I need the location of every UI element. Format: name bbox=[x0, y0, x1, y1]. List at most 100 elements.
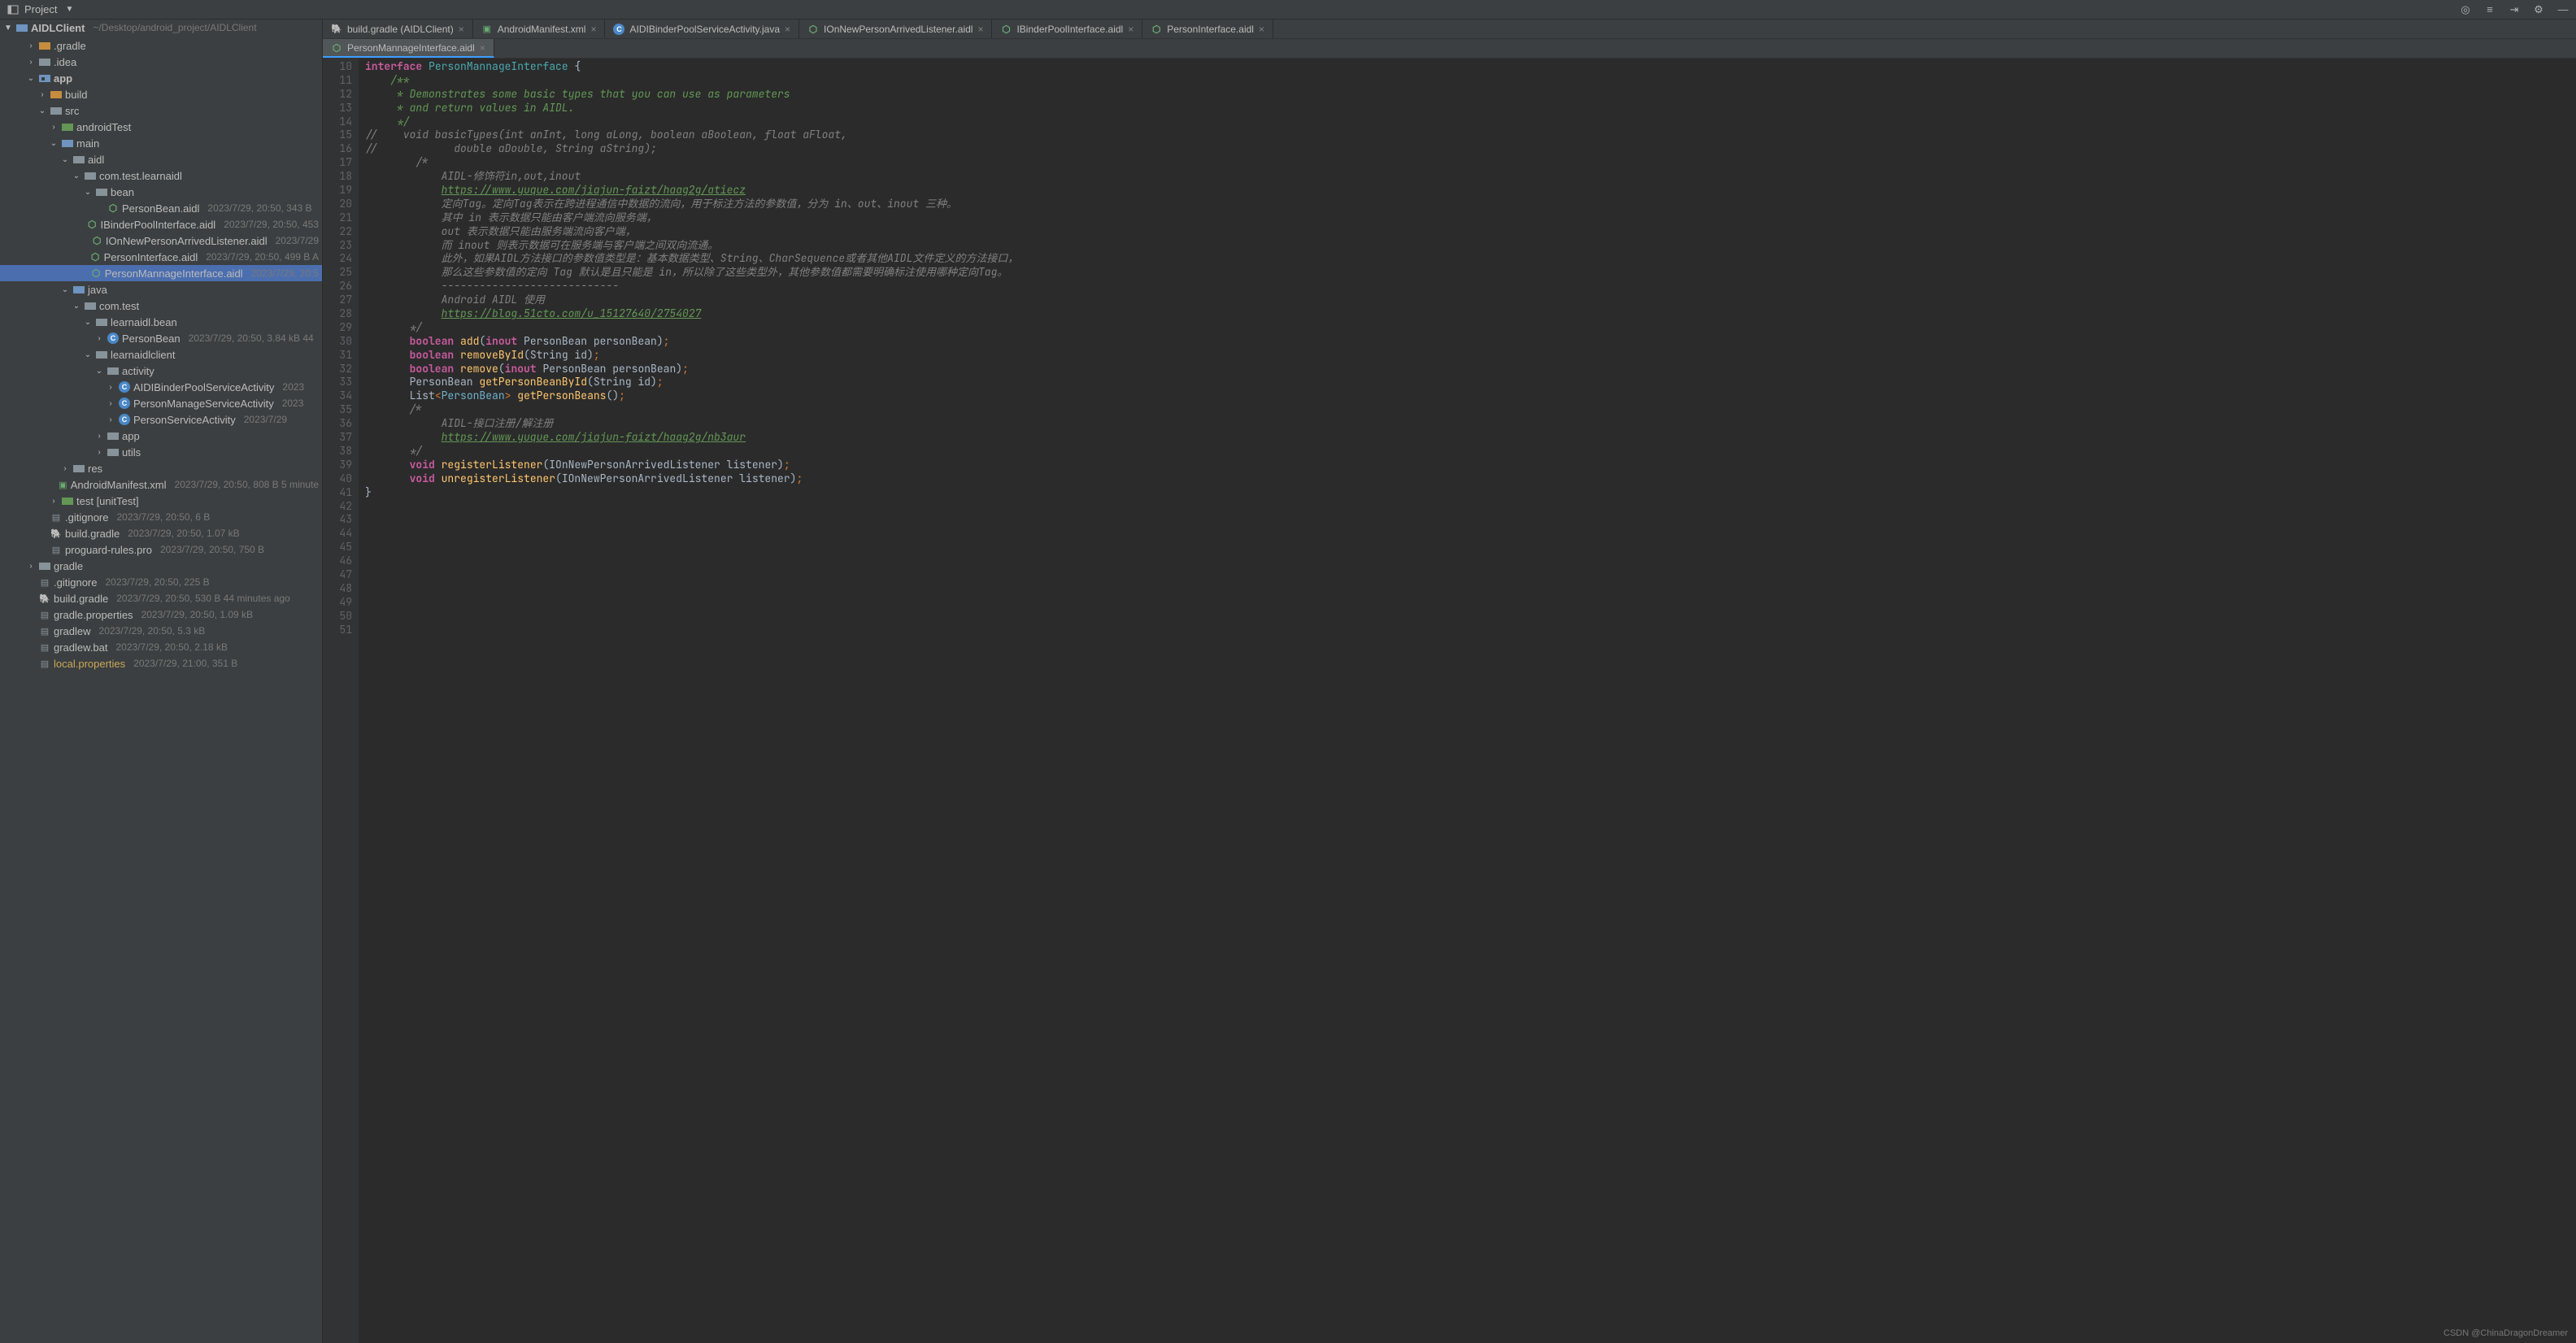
code-line[interactable]: */ bbox=[365, 321, 2576, 335]
editor-tab[interactable]: ⬡IBinderPoolInterface.aidl× bbox=[992, 20, 1142, 38]
editor-tab[interactable]: ⬡IOnNewPersonArrivedListener.aidl× bbox=[799, 20, 992, 38]
code-line[interactable]: PersonBean getPersonBeanById(String id); bbox=[365, 376, 2576, 389]
expander-icon[interactable]: ⌄ bbox=[72, 302, 81, 311]
code-line[interactable]: } bbox=[365, 486, 2576, 500]
close-icon[interactable]: × bbox=[785, 24, 790, 35]
expander-icon[interactable]: › bbox=[106, 399, 115, 408]
code-line[interactable]: 那么这些参数值的定向 Tag 默认是且只能是 in，所以除了这些类型外，其他参数… bbox=[365, 266, 2576, 280]
expander-icon[interactable]: ⌄ bbox=[83, 350, 93, 359]
tree-row[interactable]: ⬡PersonInterface.aidl2023/7/29, 20:50, 4… bbox=[0, 249, 322, 265]
tree-row[interactable]: ▤gradle.properties2023/7/29, 20:50, 1.09… bbox=[0, 606, 322, 623]
tree-row[interactable]: ⌄src bbox=[0, 102, 322, 119]
code-line[interactable]: 此外，如果AIDL方法接口的参数值类型是：基本数据类型、String、CharS… bbox=[365, 252, 2576, 266]
editor-content[interactable]: 1011121314151617181920212223242526272829… bbox=[323, 59, 2576, 1343]
code-line[interactable]: */ bbox=[365, 115, 2576, 129]
tree-row[interactable]: ›.idea bbox=[0, 54, 322, 70]
tree-row[interactable]: ›CPersonBean2023/7/29, 20:50, 3.84 kB 44 bbox=[0, 330, 322, 346]
tree-row[interactable]: ⌄com.test bbox=[0, 298, 322, 314]
tree-row[interactable]: ⬡PersonMannageInterface.aidl2023/7/29, 2… bbox=[0, 265, 322, 281]
code-line[interactable]: */ bbox=[365, 445, 2576, 459]
tree-row[interactable]: ›gradle bbox=[0, 558, 322, 574]
code-line[interactable]: * and return values in AIDL. bbox=[365, 102, 2576, 115]
expander-icon[interactable]: › bbox=[106, 383, 115, 392]
close-icon[interactable]: × bbox=[590, 24, 596, 35]
code-line[interactable]: 定向Tag。定向Tag表示在跨进程通信中数据的流向，用于标注方法的参数值，分为 … bbox=[365, 198, 2576, 211]
project-selector[interactable]: Project bbox=[24, 3, 57, 15]
chevron-icon[interactable]: ▼ bbox=[3, 24, 13, 33]
tree-row[interactable]: ⌄learnaidl.bean bbox=[0, 314, 322, 330]
gear-icon[interactable]: ⚙ bbox=[2532, 3, 2545, 16]
code-line[interactable]: * Demonstrates some basic types that you… bbox=[365, 88, 2576, 102]
expander-icon[interactable]: › bbox=[106, 415, 115, 424]
code-line[interactable]: https://www.yuque.com/jiajun-faizt/haag2… bbox=[365, 184, 2576, 198]
hide-icon[interactable]: — bbox=[2556, 3, 2569, 16]
tree-row[interactable]: ▤gradlew.bat2023/7/29, 20:50, 2.18 kB bbox=[0, 639, 322, 655]
tree-row[interactable]: ›.gradle bbox=[0, 37, 322, 54]
code-line[interactable]: /** bbox=[365, 74, 2576, 88]
code-line[interactable]: interface PersonMannageInterface { bbox=[365, 60, 2576, 74]
tree-row[interactable]: ▤gradlew2023/7/29, 20:50, 5.3 kB bbox=[0, 623, 322, 639]
code-line[interactable]: 而 inout 则表示数据可在服务端与客户端之间双向流通。 bbox=[365, 239, 2576, 253]
tree-row[interactable]: ›androidTest bbox=[0, 119, 322, 135]
collapse-icon[interactable]: ⇥ bbox=[2508, 3, 2521, 16]
sort-icon[interactable]: ≡ bbox=[2483, 3, 2496, 16]
expander-icon[interactable]: › bbox=[94, 334, 104, 343]
expander-icon[interactable]: › bbox=[49, 123, 59, 132]
project-root[interactable]: ▼ AIDLClient ~/Desktop/android_project/A… bbox=[0, 20, 322, 36]
tree-row[interactable]: ▣AndroidManifest.xml2023/7/29, 20:50, 80… bbox=[0, 476, 322, 493]
editor-tab[interactable]: ⬡PersonMannageInterface.aidl× bbox=[323, 39, 494, 58]
tree-row[interactable]: ›CPersonServiceActivity2023/7/29 bbox=[0, 411, 322, 428]
tree-row[interactable]: ▤proguard-rules.pro2023/7/29, 20:50, 750… bbox=[0, 541, 322, 558]
code-line[interactable]: void unregisterListener(IOnNewPersonArri… bbox=[365, 472, 2576, 486]
code-line[interactable]: List<PersonBean> getPersonBeans(); bbox=[365, 389, 2576, 403]
code-line[interactable]: ---------------------------- bbox=[365, 280, 2576, 293]
editor-tab[interactable]: ▣AndroidManifest.xml× bbox=[473, 20, 606, 38]
project-sidebar[interactable]: ▼ AIDLClient ~/Desktop/android_project/A… bbox=[0, 20, 323, 1343]
tree-row[interactable]: ⌄main bbox=[0, 135, 322, 151]
code-line[interactable]: 其中 in 表示数据只能由客户端流向服务端， bbox=[365, 211, 2576, 225]
expander-icon[interactable]: ⌄ bbox=[83, 188, 93, 197]
code-line[interactable]: /* bbox=[365, 156, 2576, 170]
expander-icon[interactable]: ⌄ bbox=[60, 285, 70, 294]
tree-row[interactable]: ⬡PersonBean.aidl2023/7/29, 20:50, 343 B bbox=[0, 200, 322, 216]
code-line[interactable]: void registerListener(IOnNewPersonArrive… bbox=[365, 459, 2576, 472]
tree-row[interactable]: 🐘build.gradle2023/7/29, 20:50, 1.07 kB bbox=[0, 525, 322, 541]
close-icon[interactable]: × bbox=[459, 24, 464, 35]
expander-icon[interactable]: › bbox=[60, 464, 70, 473]
expander-icon[interactable]: ⌄ bbox=[72, 172, 81, 180]
editor-tab[interactable]: 🐘build.gradle (AIDLClient)× bbox=[323, 20, 473, 38]
expander-icon[interactable]: › bbox=[26, 41, 36, 50]
tree-row[interactable]: ⌄activity bbox=[0, 363, 322, 379]
editor-tab[interactable]: CAIDIBinderPoolServiceActivity.java× bbox=[605, 20, 799, 38]
code-line[interactable]: Android AIDL 使用 bbox=[365, 293, 2576, 307]
code-line[interactable]: https://blog.51cto.com/u_15127640/275402… bbox=[365, 307, 2576, 321]
code-line[interactable]: boolean add(inout PersonBean personBean)… bbox=[365, 335, 2576, 349]
code-line[interactable]: // double aDouble, String aString); bbox=[365, 142, 2576, 156]
expander-icon[interactable]: › bbox=[26, 562, 36, 571]
editor-tab[interactable]: ⬡PersonInterface.aidl× bbox=[1142, 20, 1273, 38]
tree-row[interactable]: ›build bbox=[0, 86, 322, 102]
target-icon[interactable]: ◎ bbox=[2459, 3, 2472, 16]
expander-icon[interactable]: ⌄ bbox=[94, 367, 104, 376]
code-line[interactable]: AIDL-修饰符in,out,inout bbox=[365, 170, 2576, 184]
expander-icon[interactable]: ⌄ bbox=[37, 106, 47, 115]
tree-row[interactable]: 🐘build.gradle2023/7/29, 20:50, 530 B 44 … bbox=[0, 590, 322, 606]
tree-row[interactable]: ▤.gitignore2023/7/29, 20:50, 225 B bbox=[0, 574, 322, 590]
close-icon[interactable]: × bbox=[977, 24, 983, 35]
tree-row[interactable]: ›CPersonManageServiceActivity2023 bbox=[0, 395, 322, 411]
tree-row[interactable]: ⌄java bbox=[0, 281, 322, 298]
expander-icon[interactable]: › bbox=[94, 448, 104, 457]
tree-row[interactable]: ⌄aidl bbox=[0, 151, 322, 167]
tree-row[interactable]: ›app bbox=[0, 428, 322, 444]
code-line[interactable]: https://www.yuque.com/jiajun-faizt/haag2… bbox=[365, 431, 2576, 445]
expander-icon[interactable]: › bbox=[49, 497, 59, 506]
close-icon[interactable]: × bbox=[1259, 24, 1264, 35]
tree-row[interactable]: ⬡IOnNewPersonArrivedListener.aidl2023/7/… bbox=[0, 233, 322, 249]
file-tree[interactable]: ›.gradle›.idea⌄app›build⌄src›androidTest… bbox=[0, 36, 322, 680]
tree-row[interactable]: ›test [unitTest] bbox=[0, 493, 322, 509]
expander-icon[interactable]: › bbox=[37, 90, 47, 99]
code-line[interactable]: boolean removeById(String id); bbox=[365, 349, 2576, 363]
expander-icon[interactable]: ⌄ bbox=[83, 318, 93, 327]
code-area[interactable]: interface PersonMannageInterface { /** *… bbox=[359, 59, 2576, 1343]
tree-row[interactable]: ›utils bbox=[0, 444, 322, 460]
